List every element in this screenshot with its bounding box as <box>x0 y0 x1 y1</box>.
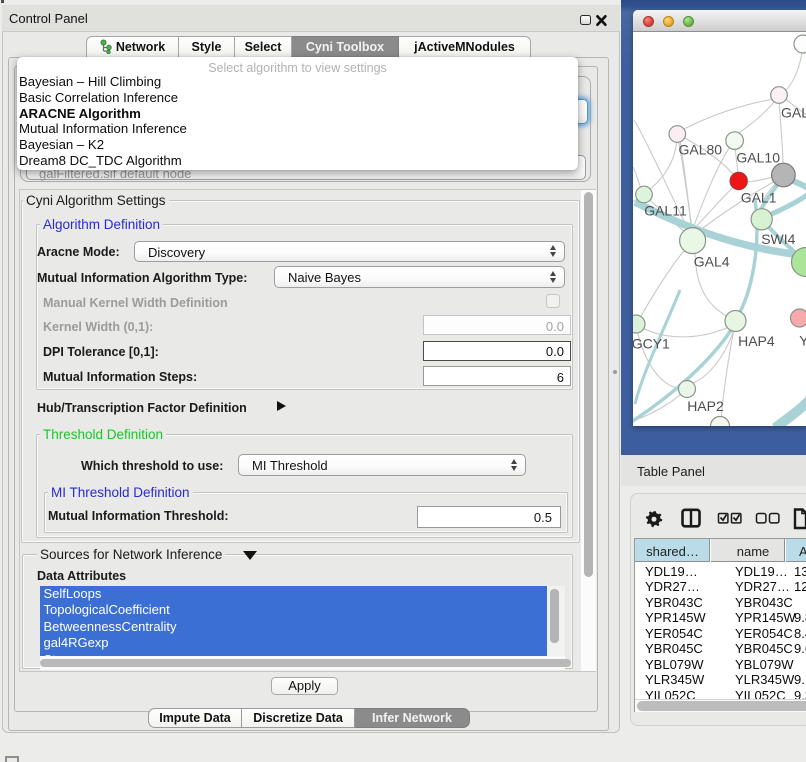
svg-text:HAP4: HAP4 <box>738 333 775 349</box>
svg-text:GAL4: GAL4 <box>694 254 730 270</box>
svg-text:GAL80: GAL80 <box>679 142 723 158</box>
svg-text:GAL11: GAL11 <box>644 203 687 219</box>
svg-text:YJ: YJ <box>799 333 806 349</box>
svg-text:GAL7: GAL7 <box>781 105 806 121</box>
svg-text:HAP2: HAP2 <box>687 398 724 414</box>
svg-text:GAL1: GAL1 <box>741 190 777 206</box>
svg-text:SWI4: SWI4 <box>761 231 795 247</box>
svg-text:GCY1: GCY1 <box>633 336 670 352</box>
svg-text:GAL10: GAL10 <box>736 150 780 166</box>
